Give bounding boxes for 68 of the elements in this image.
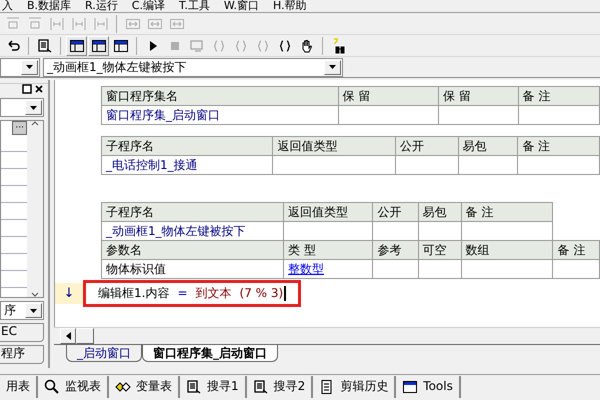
panel-tab[interactable]: EC xyxy=(0,323,44,342)
column-header: 返回值类型 xyxy=(272,136,396,156)
column-header: 易包 xyxy=(458,136,518,156)
panel-tab[interactable]: 剪辑历史 xyxy=(313,376,396,398)
table-cell: 窗口程序集_启动窗口 xyxy=(102,106,338,124)
table-cell xyxy=(418,260,462,278)
table-cell: _电话控制1_接通 xyxy=(102,156,273,174)
scroll-up-icon[interactable] xyxy=(31,121,39,126)
column-header: 窗口程序集名 xyxy=(102,86,338,106)
column-header: 易包 xyxy=(418,202,462,222)
column-header: 保 留 xyxy=(338,86,439,106)
panel-tab[interactable]: 变量表 xyxy=(109,376,180,398)
scroll-down-icon[interactable] xyxy=(31,292,39,297)
column-header: 备 注 xyxy=(518,136,600,156)
menu-item[interactable]: T.工具 xyxy=(178,0,210,12)
column-header: 参考 xyxy=(372,240,418,260)
column-header: 备 注 xyxy=(461,202,553,222)
search-icon xyxy=(252,378,269,394)
panel-tab[interactable]: 程序 xyxy=(0,345,44,364)
window-icon xyxy=(402,378,418,394)
column-header: 子程序名 xyxy=(102,136,273,156)
search-icon xyxy=(186,378,202,394)
column-header: 保 留 xyxy=(438,86,518,106)
menu-item[interactable]: B.数据库 xyxy=(27,0,72,12)
panel-tab[interactable]: 用表 xyxy=(0,376,38,398)
dropdown-arrow-icon[interactable] xyxy=(26,65,33,69)
column-header: 子程序名 xyxy=(102,202,284,222)
panel-combo[interactable]: 序 xyxy=(0,301,44,320)
column-header: 可空 xyxy=(418,240,462,260)
column-header: 参数名 xyxy=(102,240,284,260)
menu-item[interactable]: 入 xyxy=(2,0,13,12)
panel-tab[interactable]: 搜寻2 xyxy=(246,376,314,398)
subroutine-combo[interactable]: _动画框1_物体左键被按下 xyxy=(43,58,343,76)
panel-tab[interactable]: 监视表 xyxy=(38,376,109,398)
column-header: 类 型 xyxy=(284,240,373,260)
table-cell xyxy=(458,156,518,174)
type-link[interactable]: 整数型 xyxy=(288,262,324,276)
left-arrow-icon xyxy=(66,332,70,340)
table-cell: 物体标识值 xyxy=(102,260,284,278)
vertical-scrollbar[interactable] xyxy=(27,121,43,297)
dropdown-arrow-icon[interactable] xyxy=(329,65,336,69)
table-cell xyxy=(395,156,458,174)
panel-tab[interactable]: 搜寻1 xyxy=(180,376,247,398)
menu-item[interactable]: R.运行 xyxy=(85,0,118,12)
dropdown-arrow-icon[interactable] xyxy=(30,106,37,110)
menu-item[interactable]: H.帮助 xyxy=(273,0,307,12)
column-header: 备 注 xyxy=(552,240,600,260)
column-header: 公开 xyxy=(372,202,418,222)
column-header: 备 注 xyxy=(518,86,600,106)
column-header: 返回值类型 xyxy=(284,202,373,222)
dropdown-arrow-icon[interactable] xyxy=(30,308,37,312)
document-tab[interactable]: 窗口程序集_启动窗口 xyxy=(142,345,278,362)
maximize-icon[interactable] xyxy=(22,84,32,94)
search-icon xyxy=(44,378,60,394)
document-tab[interactable]: _启动窗口 xyxy=(66,345,142,362)
scroll-left-button[interactable] xyxy=(60,328,76,344)
close-icon[interactable] xyxy=(34,84,44,94)
menu-item[interactable]: C.编译 xyxy=(132,0,165,12)
column-header: 公开 xyxy=(395,136,458,156)
panel-tab[interactable]: Tools xyxy=(396,376,461,398)
more-button[interactable]: ··· xyxy=(12,121,27,135)
object-combo[interactable] xyxy=(0,58,40,76)
layout-icon[interactable] xyxy=(66,36,87,56)
layout-icon[interactable] xyxy=(88,36,109,56)
scrollbar-thumb[interactable] xyxy=(76,328,94,344)
panel-combo[interactable] xyxy=(0,98,44,117)
menu-item[interactable]: W.窗口 xyxy=(224,0,260,12)
column-header: 数组 xyxy=(461,240,553,260)
